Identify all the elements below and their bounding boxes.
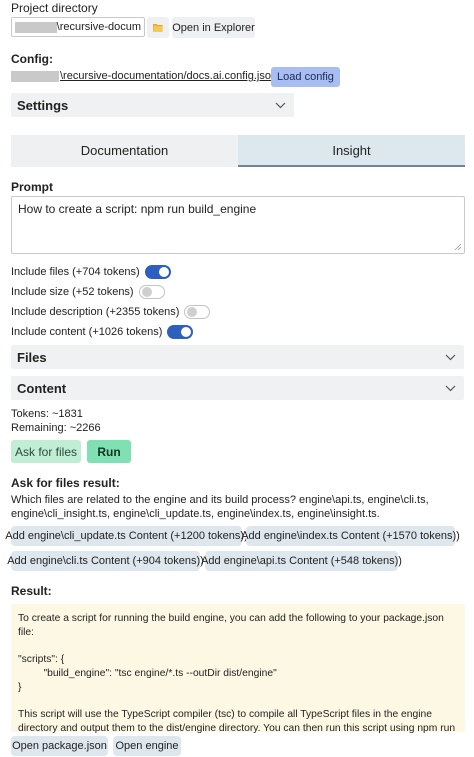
config-label: Config: — [11, 52, 53, 66]
toggle-label: Include size (+52 tokens) — [11, 286, 134, 298]
add-cli-update-button[interactable]: Add engine\cli_update.ts Content (+1200 … — [5, 526, 248, 546]
toggle-include-content[interactable]: Include content (+1026 tokens) — [11, 324, 194, 340]
files-title: Files — [17, 349, 47, 365]
prompt-label: Prompt — [11, 180, 53, 194]
toggle-label: Include files (+704 tokens) — [11, 266, 140, 278]
folder-icon — [153, 24, 163, 32]
settings-accordion[interactable]: Settings — [11, 93, 294, 117]
chevron-down-icon — [445, 354, 456, 360]
open-in-explorer-button[interactable]: Open in Explorer — [172, 17, 255, 38]
redacted-config-path — [11, 70, 59, 82]
project-directory-label: Project directory — [11, 1, 98, 15]
tokens-remaining: Remaining: ~2266 — [11, 422, 101, 434]
tokens-count: Tokens: ~1831 — [11, 408, 83, 420]
config-path-row: \recursive-documentation/docs.ai.config.… — [11, 68, 288, 84]
redacted-path — [15, 21, 57, 33]
settings-title: Settings — [17, 97, 69, 113]
toggle-switch[interactable] — [138, 285, 165, 299]
result-code-body: "build_engine": "tsc engine/*.ts --outDi… — [32, 668, 277, 679]
project-directory-value: \recursive-docum — [56, 21, 141, 33]
toggle-label: Include content (+1026 tokens) — [11, 326, 163, 338]
tab-insight[interactable]: Insight — [238, 135, 465, 167]
browse-folder-button[interactable] — [147, 17, 169, 38]
prompt-value: How to create a script: npm run build_en… — [18, 202, 257, 216]
project-directory-input[interactable]: \recursive-docum — [11, 17, 145, 37]
toggle-include-size[interactable]: Include size (+52 tokens) — [11, 284, 165, 300]
resize-grip-icon[interactable] — [454, 243, 462, 251]
toggle-include-description[interactable]: Include description (+2355 tokens) — [11, 304, 211, 320]
run-button[interactable]: Run — [87, 440, 131, 463]
ask-result-text: Which files are related to the engine an… — [11, 494, 429, 520]
tab-documentation[interactable]: Documentation — [11, 135, 238, 167]
prompt-textarea[interactable]: How to create a script: npm run build_en… — [11, 196, 465, 254]
ask-for-files-button[interactable]: Ask for files — [11, 440, 81, 463]
content-accordion[interactable]: Content — [11, 376, 464, 400]
config-path-link[interactable]: \recursive-documentation/docs.ai.config.… — [60, 70, 277, 82]
content-title: Content — [17, 380, 67, 396]
add-index-button[interactable]: Add engine\index.ts Content (+1570 token… — [241, 526, 460, 546]
toggle-switch[interactable] — [144, 265, 171, 279]
files-accordion[interactable]: Files — [11, 345, 464, 369]
result-code-open: "scripts": { — [18, 654, 65, 665]
open-engine-button[interactable]: Open engine — [113, 736, 181, 756]
result-code-close: } — [18, 682, 22, 693]
ask-result-label: Ask for files result: — [11, 476, 120, 490]
chevron-down-icon — [275, 102, 286, 108]
result-label: Result: — [11, 584, 52, 598]
mode-tabs: Documentation Insight — [11, 135, 465, 167]
chevron-down-icon — [445, 385, 456, 391]
open-package-json-button[interactable]: Open package.json — [11, 736, 108, 756]
result-line-intro: To create a script for running the build… — [18, 613, 447, 638]
toggle-label: Include description (+2355 tokens) — [11, 306, 180, 318]
result-panel: To create a script for running the build… — [11, 604, 465, 748]
add-api-button[interactable]: Add engine\api.ts Content (+548 tokens)) — [201, 551, 402, 571]
load-config-button[interactable]: Load config — [271, 67, 340, 87]
add-cli-button[interactable]: Add engine\cli.ts Content (+904 tokens)) — [7, 551, 204, 571]
toggle-include-files[interactable]: Include files (+704 tokens) — [11, 264, 171, 280]
toggle-switch[interactable] — [167, 325, 194, 339]
toggle-switch[interactable] — [184, 305, 211, 319]
